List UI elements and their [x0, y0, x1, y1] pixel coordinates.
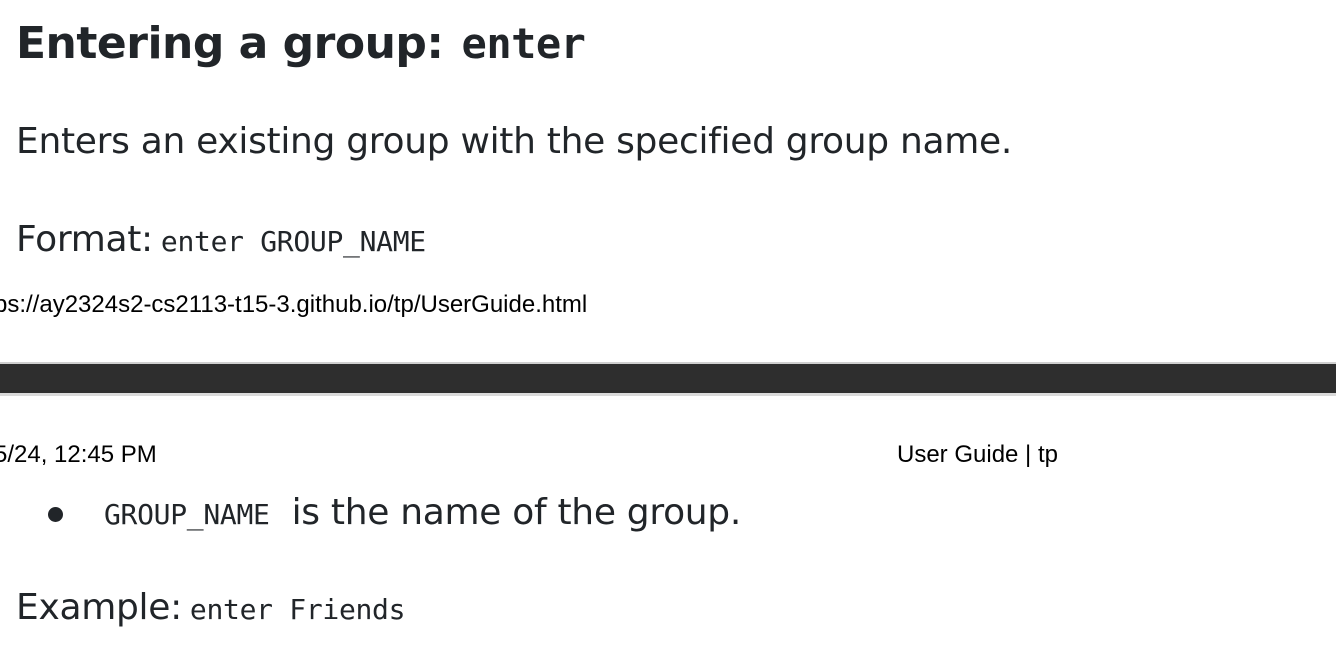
- print-footer-url: ps://ay2324s2-cs2113-t15-3.github.io/tp/…: [0, 291, 588, 318]
- heading-text: Entering a group:: [16, 18, 444, 69]
- format-line: Format: enter GROUP_NAME: [16, 216, 426, 266]
- command-description: Enters an existing group with the specif…: [16, 121, 1013, 162]
- print-header-title: User Guide | tp: [897, 441, 1058, 468]
- format-code: enter GROUP_NAME: [160, 225, 426, 258]
- list-item: GROUP_NAME is the name of the group.: [0, 488, 741, 540]
- format-label: Format:: [16, 219, 153, 260]
- parameter-description: is the name of the group.: [291, 492, 742, 533]
- example-line: Example: enter Friends: [16, 584, 405, 634]
- parameter-code: GROUP_NAME: [104, 498, 270, 531]
- example-code: enter Friends: [189, 593, 406, 626]
- example-label: Example:: [16, 587, 182, 628]
- page-break-divider: [0, 362, 1336, 396]
- document-page: Entering a group: enter Enters an existin…: [0, 0, 1336, 658]
- section-heading: Entering a group: enter: [16, 14, 586, 74]
- heading-command-code: enter: [461, 19, 586, 68]
- parameter-list: GROUP_NAME is the name of the group.: [0, 488, 741, 540]
- bullet-dot-icon: [48, 507, 63, 522]
- print-header-datetime: 5/24, 12:45 PM: [0, 441, 157, 468]
